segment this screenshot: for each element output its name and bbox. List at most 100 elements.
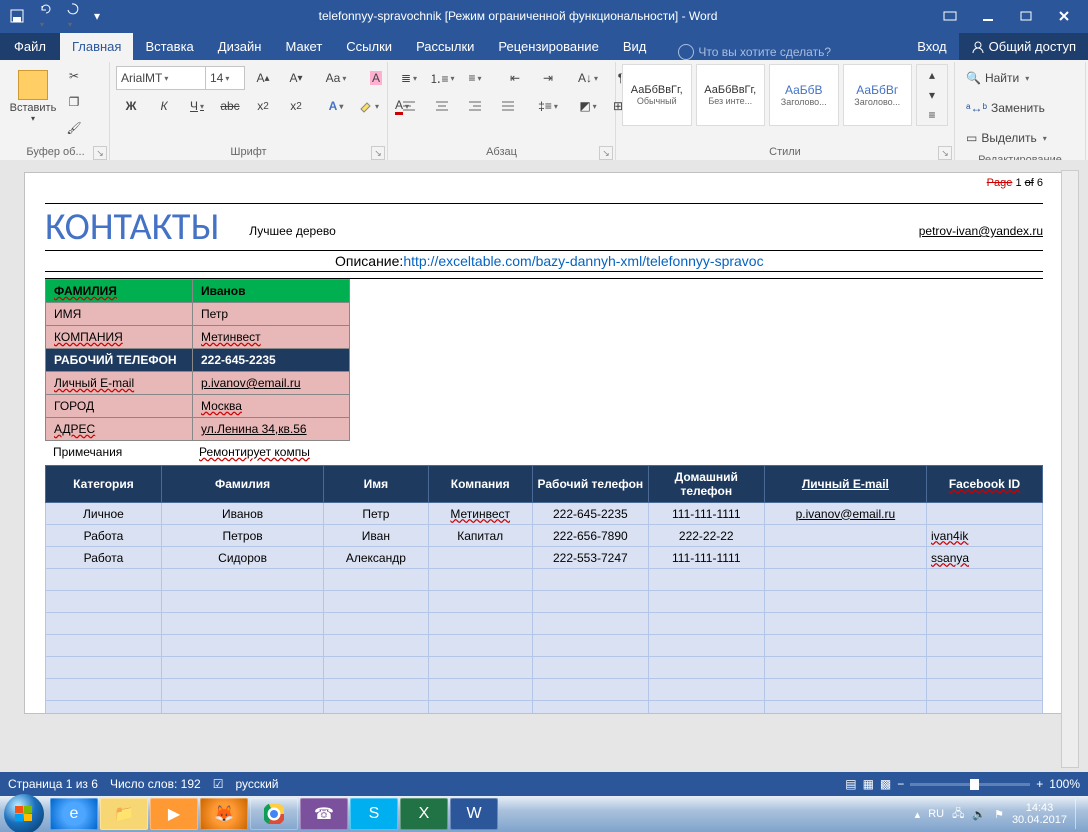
change-case-icon[interactable]: Aa — [321, 64, 351, 92]
zoom-out-icon[interactable]: − — [897, 777, 904, 791]
tab-mailings[interactable]: Рассылки — [404, 33, 486, 60]
select-button[interactable]: ▭ Выделить — [961, 124, 1061, 152]
minimize-icon[interactable] — [970, 4, 1006, 28]
style-heading1[interactable]: АаБбВЗаголово... — [769, 64, 839, 126]
tray-flag-icon[interactable]: ⚑ — [994, 808, 1004, 821]
start-button[interactable] — [4, 794, 44, 832]
tray-lang[interactable]: RU — [928, 808, 944, 820]
document-area[interactable]: Page 1 of 6 КОНТАКТЫ Лучшее дерево petro… — [0, 160, 1088, 772]
tab-file[interactable]: Файл — [0, 33, 60, 60]
zoom-value[interactable]: 100% — [1049, 777, 1080, 791]
tray-network-icon[interactable]: 🖧 — [952, 805, 964, 824]
show-desktop-button[interactable] — [1075, 799, 1084, 829]
undo-icon[interactable] — [34, 0, 56, 34]
shrink-font-icon[interactable]: A▾ — [281, 64, 311, 92]
styles-gallery[interactable]: АаБбВвГг,Обычный АаБбВвГг,Без инте... Аа… — [622, 64, 948, 126]
tab-design[interactable]: Дизайн — [206, 33, 274, 60]
font-size-combo[interactable]: 14 — [206, 66, 245, 90]
vertical-scrollbar[interactable] — [1060, 170, 1080, 768]
redo-icon[interactable] — [62, 0, 84, 34]
cell — [648, 569, 764, 591]
ribbon-display-icon[interactable] — [932, 4, 968, 28]
outdent-icon[interactable]: ⇤ — [500, 64, 530, 92]
cut-icon[interactable]: ✂ — [58, 64, 90, 88]
style-nospacing[interactable]: АаБбВвГг,Без инте... — [696, 64, 766, 126]
paragraph-launcher-icon[interactable]: ↘ — [599, 146, 613, 160]
taskbar-explorer-icon[interactable]: 📁 — [100, 798, 148, 830]
tray-expand-icon[interactable]: ▴ — [915, 808, 921, 821]
font-name-combo[interactable]: ArialMT — [116, 66, 206, 90]
tab-insert[interactable]: Вставка — [133, 33, 205, 60]
print-layout-icon[interactable]: ▦ — [863, 777, 874, 791]
shading-icon[interactable]: ◩ — [573, 92, 603, 120]
sort-icon[interactable]: A↓ — [573, 64, 603, 92]
tab-view[interactable]: Вид — [611, 33, 659, 60]
cell — [428, 679, 532, 701]
style-heading2[interactable]: АаБбВгЗаголово... — [843, 64, 913, 126]
taskbar-viber-icon[interactable]: ☎ — [300, 798, 348, 830]
tray-clock[interactable]: 14:4330.04.2017 — [1012, 802, 1067, 826]
bold-button[interactable]: Ж — [116, 92, 146, 120]
superscript-icon[interactable]: x2 — [281, 92, 311, 120]
clipboard-launcher-icon[interactable]: ↘ — [93, 146, 107, 160]
replace-button[interactable]: ᵃ↔ᵇ Заменить — [961, 94, 1061, 122]
share-button[interactable]: Общий доступ — [959, 33, 1088, 60]
line-spacing-icon[interactable]: ‡≡ — [533, 92, 563, 120]
qat-customize-icon[interactable]: ▾ — [90, 5, 104, 27]
highlight-icon[interactable] — [354, 92, 384, 120]
taskbar-skype-icon[interactable]: S — [350, 798, 398, 830]
text-effects-icon[interactable]: A — [321, 92, 351, 120]
cell — [532, 569, 648, 591]
bullets-icon[interactable]: ≣ — [394, 64, 424, 92]
zoom-in-icon[interactable]: + — [1036, 777, 1043, 791]
status-lang[interactable]: русский — [235, 777, 278, 791]
style-normal[interactable]: АаБбВвГг,Обычный — [622, 64, 692, 126]
status-page[interactable]: Страница 1 из 6 — [8, 777, 98, 791]
font-launcher-icon[interactable]: ↘ — [371, 146, 385, 160]
italic-button[interactable]: К — [149, 92, 179, 120]
taskbar-firefox-icon[interactable]: 🦊 — [200, 798, 248, 830]
taskbar-ie-icon[interactable]: e — [50, 798, 98, 830]
proofing-icon[interactable]: ☑ — [213, 777, 224, 791]
save-icon[interactable] — [6, 5, 28, 27]
find-button[interactable]: 🔍 Найти — [961, 64, 1061, 92]
taskbar-chrome-icon[interactable] — [250, 798, 298, 830]
tray-sound-icon[interactable]: 🔊 — [972, 808, 986, 821]
underline-button[interactable]: Ч — [182, 92, 212, 120]
tab-layout[interactable]: Макет — [273, 33, 334, 60]
desc-link[interactable]: http://exceltable.com/bazy-dannyh-xml/te… — [403, 253, 763, 269]
zoom-slider[interactable] — [910, 783, 1030, 786]
close-icon[interactable] — [1046, 4, 1082, 28]
status-words[interactable]: Число слов: 192 — [110, 777, 201, 791]
justify-icon[interactable] — [493, 92, 523, 120]
align-right-icon[interactable] — [460, 92, 490, 120]
strike-button[interactable]: abc — [215, 92, 245, 120]
paste-button[interactable]: Вставить▾ — [8, 64, 58, 129]
cell — [648, 679, 764, 701]
sign-in-button[interactable]: Вход — [905, 33, 958, 60]
styles-row-up-icon[interactable]: ▴ — [917, 65, 947, 85]
grow-font-icon[interactable]: A▴ — [248, 64, 278, 92]
styles-more-icon[interactable]: ≡ — [917, 105, 947, 125]
align-center-icon[interactable] — [427, 92, 457, 120]
maximize-icon[interactable] — [1008, 4, 1044, 28]
numbering-icon[interactable]: ⒈≡ — [427, 64, 457, 92]
tab-home[interactable]: Главная — [60, 33, 133, 60]
tab-references[interactable]: Ссылки — [334, 33, 404, 60]
indent-icon[interactable]: ⇥ — [533, 64, 563, 92]
web-layout-icon[interactable]: ▩ — [880, 777, 891, 791]
taskbar-excel-icon[interactable]: X — [400, 798, 448, 830]
tell-me-box[interactable]: Что вы хотите сделать? — [678, 44, 831, 60]
taskbar-word-icon[interactable]: W — [450, 798, 498, 830]
styles-launcher-icon[interactable]: ↘ — [938, 146, 952, 160]
read-mode-icon[interactable]: ▤ — [845, 777, 856, 791]
align-left-icon[interactable] — [394, 92, 424, 120]
styles-row-down-icon[interactable]: ▾ — [917, 85, 947, 105]
tab-review[interactable]: Рецензирование — [486, 33, 610, 60]
clear-format-icon[interactable]: A — [361, 64, 391, 92]
subscript-icon[interactable]: x2 — [248, 92, 278, 120]
taskbar-media-icon[interactable]: ▶ — [150, 798, 198, 830]
multilevel-icon[interactable]: ≡ — [460, 64, 490, 92]
format-painter-icon[interactable]: 🖌 — [58, 116, 90, 140]
copy-icon[interactable]: ❐ — [58, 90, 90, 114]
